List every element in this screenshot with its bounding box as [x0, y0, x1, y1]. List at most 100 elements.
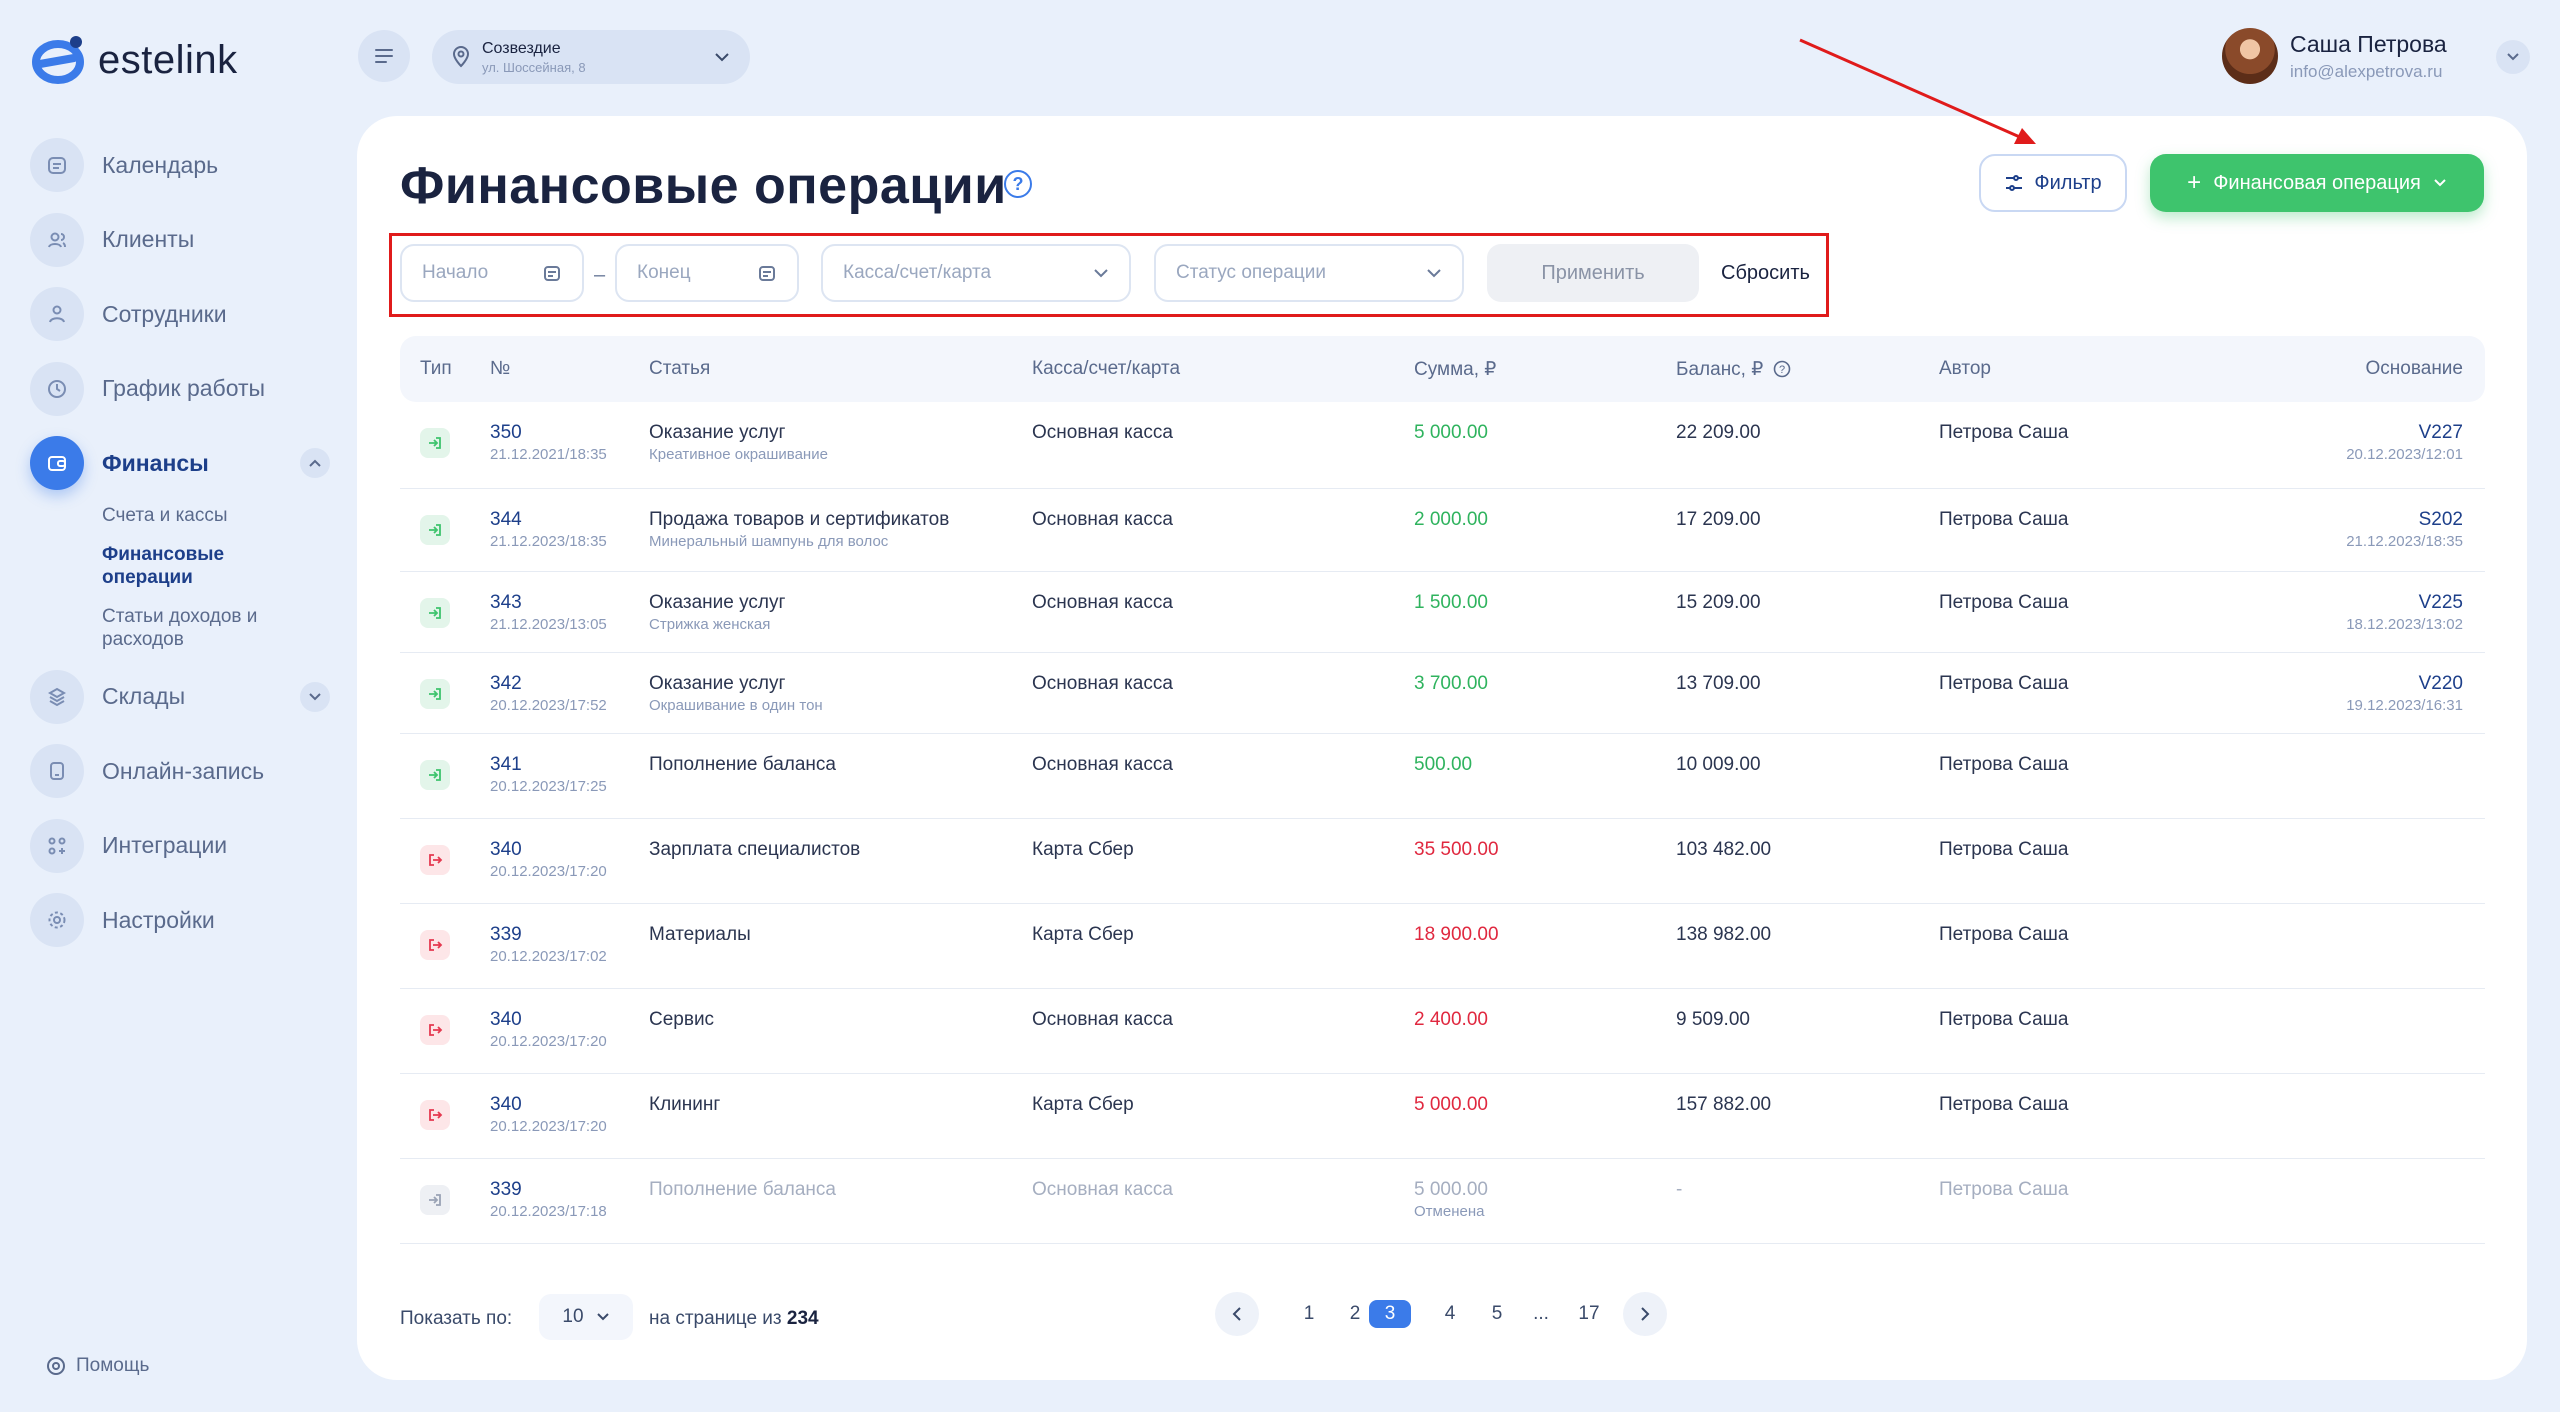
- account-cell: Основная касса: [1032, 1009, 1173, 1030]
- status-select[interactable]: Статус операции: [1154, 244, 1464, 302]
- status-select-placeholder: Статус операции: [1176, 262, 1327, 283]
- header-num: №: [490, 358, 511, 379]
- income-icon: [420, 428, 450, 458]
- question-icon: ?: [1773, 360, 1790, 378]
- end-date-placeholder: Конец: [637, 262, 691, 283]
- operation-number-link[interactable]: 343: [490, 592, 607, 614]
- next-page-button[interactable]: [1623, 1292, 1667, 1336]
- brand-name: estelink: [98, 37, 238, 82]
- per-page-select[interactable]: 10: [539, 1294, 633, 1340]
- page-button[interactable]: 4: [1438, 1292, 1462, 1336]
- header-basis: Основание: [2365, 358, 2463, 379]
- operation-number-link[interactable]: 350: [490, 422, 607, 444]
- sidebar-item-clients[interactable]: Клиенты: [30, 210, 330, 270]
- prev-page-button[interactable]: [1215, 1292, 1259, 1336]
- balance-cell: 157 882.00: [1676, 1094, 1772, 1115]
- sidebar-item-online-booking[interactable]: Онлайн-запись: [30, 741, 330, 801]
- sidebar-item-finance[interactable]: Финансы: [30, 433, 330, 493]
- operation-number-link[interactable]: 341: [490, 754, 607, 776]
- basis-link[interactable]: S202: [2346, 509, 2463, 531]
- table-row[interactable]: 350 21.12.2021/18:35 Оказание услуг Креатив…: [400, 402, 2485, 489]
- page-button[interactable]: 5: [1485, 1292, 1509, 1336]
- operation-date: 21.12.2023/18:35: [490, 533, 607, 550]
- sidebar-item-integrations[interactable]: Интеграции: [30, 816, 330, 876]
- operation-number-link[interactable]: 342: [490, 673, 607, 695]
- article-subtitle: Креативное окрашивание: [649, 446, 828, 463]
- sidebar-item-staff[interactable]: Сотрудники: [30, 284, 330, 344]
- table-row[interactable]: 341 20.12.2023/17:25 Пополнение баланса Осн…: [400, 734, 2485, 819]
- operation-date: 21.12.2021/18:35: [490, 446, 607, 463]
- sidebar-item-label: Склады: [102, 683, 186, 709]
- amount-value: 5 000.00: [1414, 1094, 1488, 1115]
- add-button-label: Финансовая операция: [2213, 171, 2421, 194]
- table-row[interactable]: 342 20.12.2023/17:52 Оказание услуг Окрашив…: [400, 653, 2485, 734]
- subnav-financial-operations[interactable]: Финансовые операции: [102, 543, 262, 589]
- amount-cell: 5 000.00: [1414, 1094, 1488, 1116]
- menu-toggle-button[interactable]: [358, 30, 410, 82]
- finance-subnav: Счета и кассы Финансовые операции Статьи…: [102, 504, 330, 651]
- operation-number-link[interactable]: 339: [490, 924, 607, 946]
- table-row[interactable]: 343 21.12.2023/13:05 Оказание услуг Стрижка…: [400, 572, 2485, 653]
- operation-number-link[interactable]: 340: [490, 1009, 607, 1031]
- account-select[interactable]: Касса/счет/карта: [821, 244, 1131, 302]
- table-row[interactable]: 340 20.12.2023/17:20 Сервис Основная касса 2…: [400, 989, 2485, 1074]
- chevron-down-icon[interactable]: [300, 681, 330, 712]
- account-cell: Карта Сбер: [1032, 839, 1134, 860]
- chevron-up-icon[interactable]: [300, 448, 330, 478]
- location-pin-icon: [452, 46, 470, 68]
- page-button[interactable]: 17: [1577, 1292, 1601, 1336]
- article-cell: Оказание услуг Креативное окрашивание: [649, 422, 828, 463]
- reset-button[interactable]: Сбросить: [1721, 262, 1810, 285]
- sidebar-item-calendar[interactable]: Календарь: [30, 135, 330, 195]
- page-button[interactable]: 1: [1297, 1292, 1321, 1336]
- sidebar-item-schedule[interactable]: График работы: [30, 359, 330, 419]
- operation-number-link[interactable]: 340: [490, 1094, 607, 1116]
- subnav-accounts[interactable]: Счета и кассы: [102, 504, 330, 527]
- operation-number-cell: 342 20.12.2023/17:52: [490, 673, 607, 714]
- amount-value: 2 400.00: [1414, 1009, 1488, 1030]
- income-icon: [420, 760, 450, 790]
- branch-address: ул. Шоссейная, 8: [482, 59, 586, 75]
- operation-number-link[interactable]: 339: [490, 1179, 607, 1201]
- operation-number-link[interactable]: 344: [490, 509, 607, 531]
- operation-date: 20.12.2023/17:20: [490, 1033, 607, 1050]
- subnav-income-expense-items[interactable]: Статьи доходов и расходов: [102, 605, 292, 651]
- table-row[interactable]: 344 21.12.2023/18:35 Продажа товаров и сер…: [400, 489, 2485, 572]
- start-date-field[interactable]: Начало: [400, 244, 584, 302]
- basis-link[interactable]: V225: [2346, 592, 2463, 614]
- operation-date: 20.12.2023/17:25: [490, 778, 607, 795]
- sidebar-item-warehouses[interactable]: Склады: [30, 667, 330, 727]
- help-link[interactable]: Помощь: [46, 1355, 149, 1377]
- operation-number-cell: 343 21.12.2023/13:05: [490, 592, 607, 633]
- sidebar-item-settings[interactable]: Настройки: [30, 890, 330, 950]
- question-icon[interactable]: ?: [1004, 170, 1032, 198]
- basis-date: 21.12.2023/18:35: [2346, 533, 2463, 550]
- branch-selector[interactable]: Созвездие ул. Шоссейная, 8: [432, 30, 750, 84]
- per-page-value: 10: [562, 1306, 584, 1327]
- table-row[interactable]: 340 20.12.2023/17:20 Зарплата специалистов…: [400, 819, 2485, 904]
- amount-value: 5 000.00: [1414, 1179, 1488, 1200]
- user-profile[interactable]: Саша Петрова info@alexpetrova.ru: [2222, 28, 2447, 84]
- table-row[interactable]: 339 20.12.2023/17:02 Материалы Карта Сбер 18…: [400, 904, 2485, 989]
- filter-button[interactable]: Фильтр: [1979, 154, 2127, 212]
- table-row[interactable]: 340 20.12.2023/17:20 Клининг Карта Сбер 5 00…: [400, 1074, 2485, 1159]
- article-cell: Пополнение баланса: [649, 1179, 836, 1201]
- basis-link[interactable]: V220: [2346, 673, 2463, 695]
- article-title: Материалы: [649, 924, 751, 945]
- logo[interactable]: estelink: [30, 30, 238, 90]
- article-subtitle: Стрижка женская: [649, 616, 771, 633]
- expense-icon: [420, 845, 450, 875]
- page-button[interactable]: 2: [1343, 1292, 1367, 1336]
- basis-link[interactable]: V227: [2346, 422, 2463, 444]
- operation-number-cell: 341 20.12.2023/17:25: [490, 754, 607, 795]
- user-menu-chevron-icon[interactable]: [2496, 40, 2530, 74]
- end-date-field[interactable]: Конец: [615, 244, 799, 302]
- page-current[interactable]: 3: [1369, 1300, 1411, 1328]
- author-cell: Петрова Саша: [1939, 509, 2069, 530]
- author-cell: Петрова Саша: [1939, 1094, 2069, 1115]
- operation-number-link[interactable]: 340: [490, 839, 607, 861]
- table-row[interactable]: 339 20.12.2023/17:18 Пополнение баланса Осн…: [400, 1159, 2485, 1244]
- sidebar-item-label: Сотрудники: [102, 300, 227, 327]
- apply-button[interactable]: Применить: [1487, 244, 1699, 302]
- add-financial-operation-button[interactable]: + Финансовая операция: [2150, 154, 2484, 212]
